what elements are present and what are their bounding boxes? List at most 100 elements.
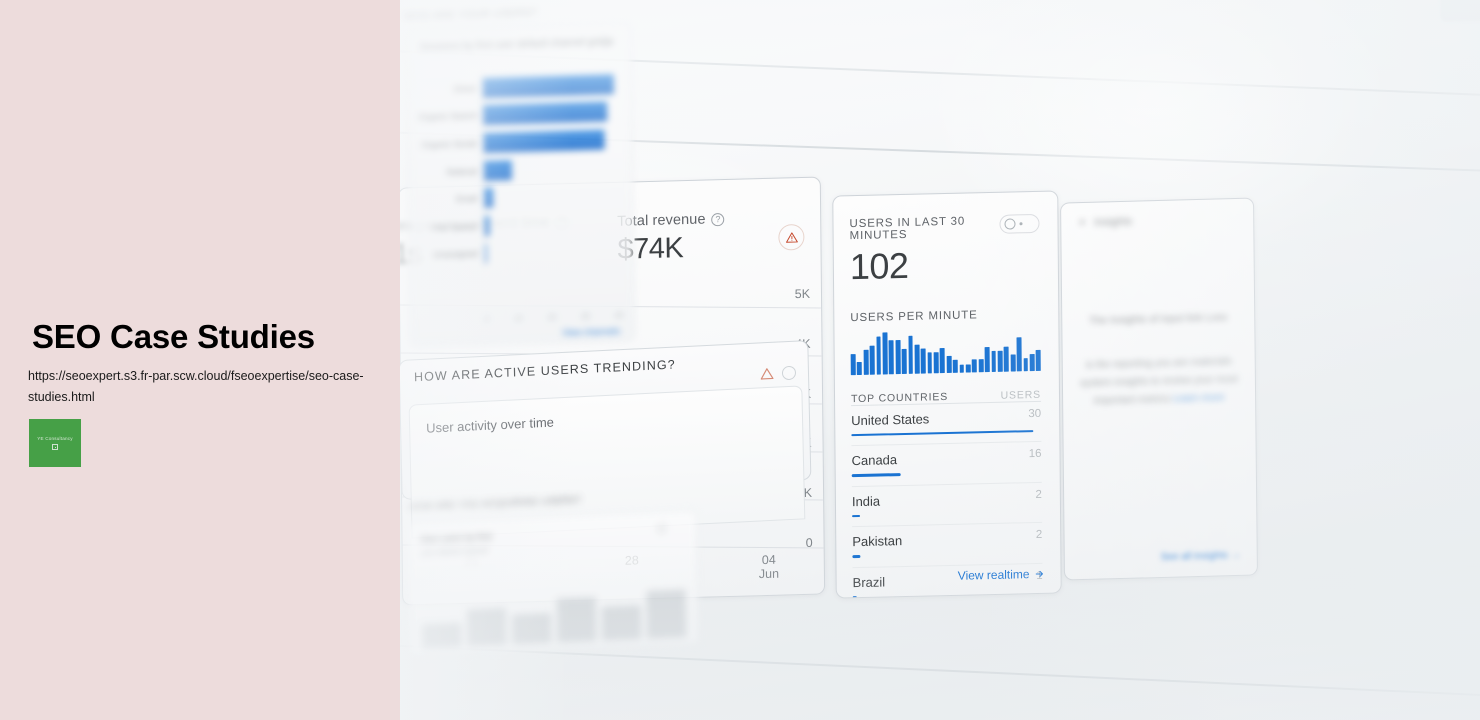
spark-bar <box>857 362 863 376</box>
country-name: United States <box>851 411 930 429</box>
circle-icon[interactable] <box>781 365 797 381</box>
see-all-insights-link[interactable]: See all insights → <box>1161 550 1241 563</box>
spark-bar <box>1003 346 1009 372</box>
spark-bar <box>959 364 965 373</box>
spark-bar <box>863 349 869 375</box>
view-realtime-label: View realtime <box>957 567 1030 583</box>
country-user-count: 2 <box>1035 488 1042 501</box>
spark-bar <box>978 359 984 373</box>
bar-fill <box>482 74 615 98</box>
spark-bar <box>1016 337 1022 372</box>
bar-fill <box>484 215 490 236</box>
insights-line-4: important metrics <box>1093 393 1171 407</box>
users-column-label: USERS <box>1000 388 1042 402</box>
bars-section-title: WHO ARE YOUR USERS? <box>403 7 538 23</box>
country-bar <box>852 514 860 518</box>
left-info-panel: SEO Case Studies https://seoexpert.s3.fr… <box>0 0 400 720</box>
country-bar <box>852 595 857 599</box>
insights-card[interactable]: Insights The Insights of input link Loss… <box>1060 197 1258 581</box>
country-user-count: 2 <box>1035 529 1043 542</box>
bar-label: Paid Search <box>431 221 478 233</box>
spark-bar <box>1035 349 1041 371</box>
acquisition-mini-chart <box>421 557 687 649</box>
realtime-heading: USERS IN LAST 30 MINUTES <box>849 215 966 243</box>
spark-bar <box>997 350 1003 372</box>
spark-bar <box>940 347 946 374</box>
sparkle-icon <box>1078 218 1086 226</box>
country-row[interactable]: United States 30 <box>851 400 1042 446</box>
spark-bar <box>933 352 939 374</box>
question-circle-icon[interactable] <box>657 524 667 534</box>
bar-track <box>482 125 622 157</box>
y-axis-tick: 5K <box>794 286 811 302</box>
logo-badge[interactable]: YE Consultancy <box>29 419 81 467</box>
acquiring-users-card[interactable]: HOW ARE YOU ACQUIRING USERS? New users b… <box>400 484 701 657</box>
x-axis-tick: 04 Jun <box>758 552 780 582</box>
see-all-insights-label: See all insights <box>1160 550 1229 563</box>
question-circle-icon[interactable]: ? <box>711 212 725 226</box>
insights-inline-link[interactable]: Learn more <box>1173 392 1224 404</box>
realtime-users-card[interactable]: USERS IN LAST 30 MINUTES 102 USERS PER M… <box>832 190 1062 599</box>
bar-track <box>482 152 623 185</box>
spark-bar <box>952 360 958 373</box>
page-url[interactable]: https://seoexpert.s3.fr-par.scw.cloud/fs… <box>28 366 366 408</box>
country-bar <box>851 473 902 477</box>
warning-triangle-icon[interactable] <box>760 367 774 382</box>
spark-bar <box>869 345 875 375</box>
spark-bar <box>850 354 856 376</box>
square-mark-icon <box>52 444 58 450</box>
spark-bar <box>876 336 882 375</box>
view-channels-link[interactable]: View channels <box>562 326 620 338</box>
spark-bar <box>965 364 971 373</box>
users-per-minute-label: USERS PER MINUTE <box>850 309 978 325</box>
bar-axis-tick: 0 <box>484 314 490 325</box>
trend-section-title: HOW ARE ACTIVE USERS TRENDING? <box>413 357 676 385</box>
bar-track <box>482 97 622 130</box>
spark-bar <box>1023 358 1029 372</box>
spark-bar <box>895 340 901 375</box>
acquisition-section-title: HOW ARE YOU ACQUIRING USERS? <box>408 494 582 512</box>
bars-card-title: Sessions by first user default channel g… <box>419 36 614 53</box>
spark-bar <box>991 350 997 372</box>
bar-track <box>481 69 622 102</box>
spark-bar <box>920 348 926 374</box>
bar-row[interactable]: Unassigned <box>420 235 624 270</box>
realtime-user-count: 102 <box>849 244 909 288</box>
bar-axis-tick: 20 <box>547 312 557 323</box>
insights-line-1: The Insights of input link Loss <box>1089 311 1228 327</box>
insights-line-3: system insights to review your most <box>1079 373 1238 390</box>
acquisition-subtitle: user default channel <box>420 545 489 558</box>
acquisition-title: New users by first <box>420 531 492 545</box>
country-name: Pakistan <box>852 533 903 550</box>
country-row[interactable]: Pakistan 2 <box>852 522 1043 567</box>
bar-label: Organic Search <box>418 110 478 123</box>
bar-label: Unassigned <box>433 248 479 261</box>
spark-bar <box>882 332 888 375</box>
bar-axis-tick: 40 <box>614 310 624 321</box>
bar-track <box>483 180 623 213</box>
user-activity-title: User activity over time <box>425 414 555 436</box>
bar-fill <box>483 129 605 153</box>
arrow-right-icon <box>1035 570 1043 577</box>
spark-bar <box>888 340 894 375</box>
bar-label: Email <box>455 193 478 205</box>
globe-ring-icon <box>1004 218 1016 230</box>
spark-bar <box>927 352 933 374</box>
bar-label: Referral <box>446 165 478 177</box>
spark-bar <box>984 346 990 373</box>
sessions-by-channel-card[interactable]: WHO ARE YOUR USERS? Sessions by first us… <box>400 0 639 354</box>
horizontal-bar-rows: Direct Organic Search Organic Social Referr… <box>418 69 624 310</box>
page-title: SEO Case Studies <box>32 318 315 355</box>
country-row[interactable]: Canada 16 <box>851 441 1042 486</box>
globe-pill-icon[interactable] <box>999 213 1040 234</box>
insights-heading: Insights <box>1094 215 1133 229</box>
bar-label: Organic Social <box>421 138 477 150</box>
bars-x-axis: 0 10 20 30 40 <box>485 311 624 324</box>
bar-label: Direct <box>453 83 476 94</box>
warning-triangle-icon[interactable] <box>778 223 805 251</box>
active-users-trending-card[interactable]: HOW ARE ACTIVE USERS TRENDING? User acti… <box>400 340 812 539</box>
spark-bar <box>972 359 978 373</box>
view-realtime-link[interactable]: View realtime <box>958 567 1045 583</box>
country-user-count: 30 <box>1028 407 1042 421</box>
country-row[interactable]: India 2 <box>851 481 1043 527</box>
